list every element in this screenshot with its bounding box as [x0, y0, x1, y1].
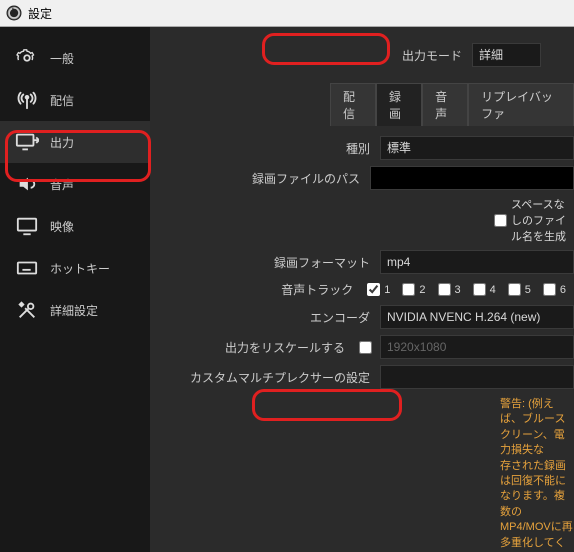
title-bar: 設定: [0, 0, 574, 27]
output-icon: [14, 131, 40, 153]
sidebar-item-video[interactable]: 映像: [0, 205, 150, 247]
tools-icon: [14, 299, 40, 321]
track-6-checkbox[interactable]: 6: [539, 280, 566, 299]
muxer-input[interactable]: [380, 365, 574, 389]
encoder-label: エンコーダ: [150, 309, 380, 326]
sidebar-item-stream[interactable]: 配信: [0, 79, 150, 121]
keyboard-icon: [14, 257, 40, 279]
no-space-checkbox[interactable]: スペースなしのファイル名を生成: [490, 196, 566, 244]
speaker-icon: [14, 173, 40, 195]
audio-tracks-label: 音声トラック: [150, 281, 363, 298]
output-mode-select[interactable]: 詳細: [472, 43, 541, 67]
tab-replay[interactable]: リプレイバッファ: [468, 83, 574, 126]
antenna-icon: [14, 89, 40, 111]
track-5-checkbox[interactable]: 5: [504, 280, 531, 299]
obs-icon: [6, 5, 22, 21]
highlight-rate-control: [252, 389, 402, 421]
track-3-checkbox[interactable]: 3: [434, 280, 461, 299]
record-path-label: 録画ファイルのパス: [150, 170, 370, 187]
track-1-checkbox[interactable]: 1: [363, 280, 390, 299]
sidebar: 一般 配信 出力: [0, 27, 150, 552]
warning-text: 警告: (例えば、ブルースクリーン、電力損失な 存された録画は回復不能になります…: [500, 397, 574, 552]
sidebar-item-label: ホットキー: [50, 260, 110, 277]
monitor-icon: [14, 215, 40, 237]
sidebar-item-label: 詳細設定: [50, 302, 98, 319]
sidebar-item-label: 一般: [50, 50, 74, 67]
sidebar-item-audio[interactable]: 音声: [0, 163, 150, 205]
sidebar-item-label: 映像: [50, 218, 74, 235]
record-path-input[interactable]: [370, 166, 574, 190]
track-4-checkbox[interactable]: 4: [469, 280, 496, 299]
tab-audio[interactable]: 音声: [422, 83, 468, 126]
record-format-label: 録画フォーマット: [150, 254, 380, 271]
sidebar-item-output[interactable]: 出力: [0, 121, 150, 163]
gear-icon: [14, 47, 40, 69]
rescale-label: 出力をリスケールする: [150, 339, 355, 356]
encoder-select[interactable]: NVIDIA NVENC H.264 (new): [380, 305, 574, 329]
rescale-select[interactable]: 1920x1080: [380, 335, 574, 359]
record-type-label: 種別: [150, 140, 380, 157]
record-format-select[interactable]: mp4: [380, 250, 574, 274]
sidebar-item-general[interactable]: 一般: [0, 37, 150, 79]
muxer-label: カスタムマルチプレクサーの設定: [150, 369, 380, 386]
rescale-checkbox[interactable]: [355, 338, 376, 357]
sidebar-item-advanced[interactable]: 詳細設定: [0, 289, 150, 331]
output-mode-label: 出力モード: [150, 47, 472, 64]
content-area: 出力モード 詳細 配信 録画 音声 リプレイバッファ 種別 標準 録画ファイルの…: [150, 27, 574, 552]
output-tabs: 配信 録画 音声 リプレイバッファ: [330, 83, 574, 126]
tab-record[interactable]: 録画: [376, 83, 422, 126]
track-2-checkbox[interactable]: 2: [398, 280, 425, 299]
sidebar-item-label: 配信: [50, 92, 74, 109]
sidebar-item-hotkeys[interactable]: ホットキー: [0, 247, 150, 289]
sidebar-item-label: 出力: [50, 134, 74, 151]
tab-stream[interactable]: 配信: [330, 83, 376, 126]
sidebar-item-label: 音声: [50, 176, 74, 193]
record-type-select[interactable]: 標準: [380, 136, 574, 160]
window-title: 設定: [28, 5, 52, 22]
